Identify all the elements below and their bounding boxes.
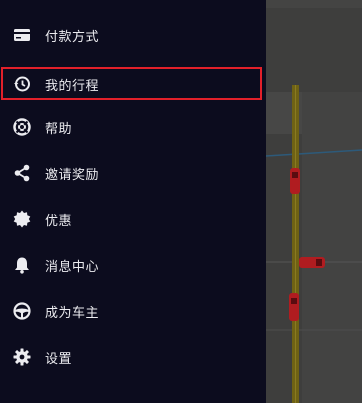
menu-item-discounts[interactable]: 优惠 [0, 199, 266, 239]
share-icon [12, 163, 32, 183]
car-marker [290, 168, 300, 194]
menu-item-label: 付款方式 [45, 29, 100, 45]
car-marker [289, 293, 299, 321]
selection-highlight [1, 67, 262, 100]
car-marker [299, 257, 325, 268]
discount-badge-icon [12, 209, 32, 229]
menu-item-label: 优惠 [45, 213, 73, 229]
menu-item-label: 消息中心 [45, 259, 100, 275]
menu-item-label: 设置 [45, 351, 73, 367]
navigation-drawer: 付款方式 我的行程 帮助 邀请奖励 优惠 消息中心 成为车主 设置 [0, 0, 266, 403]
bell-icon [12, 255, 32, 275]
menu-item-label: 帮助 [45, 121, 73, 137]
menu-item-become-driver[interactable]: 成为车主 [0, 291, 266, 331]
credit-card-icon [12, 25, 32, 45]
menu-item-payment[interactable]: 付款方式 [0, 15, 266, 55]
menu-item-invite-rewards[interactable]: 邀请奖励 [0, 153, 266, 193]
steering-wheel-icon [12, 301, 32, 321]
gear-icon [12, 347, 32, 367]
menu-item-label: 成为车主 [45, 305, 100, 321]
menu-item-settings[interactable]: 设置 [0, 337, 266, 377]
menu-item-label: 邀请奖励 [45, 167, 100, 183]
menu-item-message-center[interactable]: 消息中心 [0, 245, 266, 285]
lifebuoy-icon [12, 117, 32, 137]
app-screen: 付款方式 我的行程 帮助 邀请奖励 优惠 消息中心 成为车主 设置 [0, 0, 362, 403]
menu-item-help[interactable]: 帮助 [0, 107, 266, 147]
